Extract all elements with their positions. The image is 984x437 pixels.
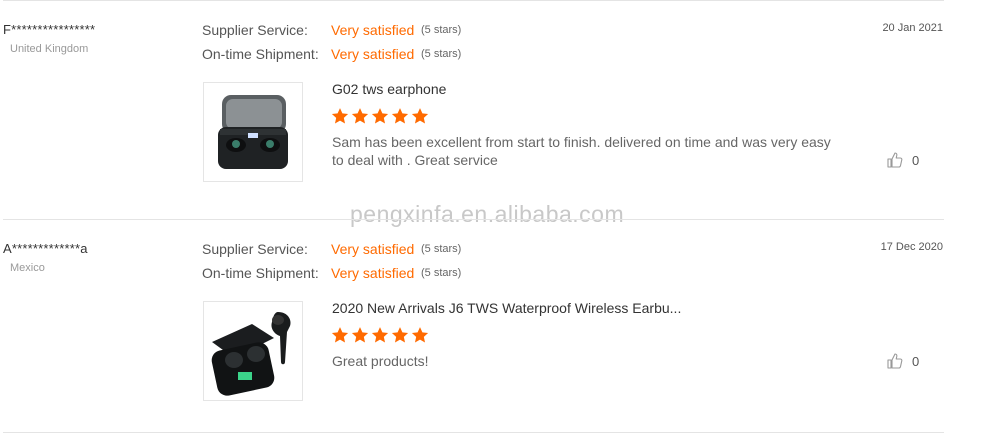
supplier-service-stars: (5 stars) xyxy=(421,243,462,255)
supplier-service-label: Supplier Service: xyxy=(202,22,308,38)
shipment-label: On-time Shipment: xyxy=(202,46,319,62)
review-date: 17 Dec 2020 xyxy=(880,241,943,253)
supplier-service-label: Supplier Service: xyxy=(202,241,308,257)
buyer-name: A*************a xyxy=(3,241,88,256)
like-button[interactable]: 0 xyxy=(886,151,919,169)
product-title[interactable]: 2020 New Arrivals J6 TWS Waterproof Wire… xyxy=(332,300,681,316)
thumbs-up-icon xyxy=(887,152,903,168)
buyer-country: Mexico xyxy=(10,262,45,274)
star-icon xyxy=(411,327,429,343)
product-title[interactable]: G02 tws earphone xyxy=(332,81,446,97)
like-count: 0 xyxy=(912,152,920,168)
star-icon xyxy=(371,108,389,124)
shipment-value: Very satisfied xyxy=(331,46,415,62)
supplier-service-value: Very satisfied xyxy=(331,22,415,38)
star-icon xyxy=(331,327,349,343)
buyer-country: United Kingdom xyxy=(10,43,89,55)
like-count: 0 xyxy=(912,353,920,369)
star-icon xyxy=(371,327,389,343)
review-item: F**************** United Kingdom Supplie… xyxy=(0,0,984,218)
star-icon xyxy=(331,108,349,124)
shipment-label: On-time Shipment: xyxy=(202,265,319,281)
review-item: A*************a Mexico Supplier Service:… xyxy=(0,219,984,437)
thumbs-up-icon xyxy=(887,353,903,369)
supplier-service-value: Very satisfied xyxy=(331,241,415,257)
shipment-stars: (5 stars) xyxy=(421,267,462,279)
shipment-value: Very satisfied xyxy=(331,265,415,281)
review-comment: Great products! xyxy=(332,353,429,369)
product-thumbnail[interactable] xyxy=(203,82,303,182)
star-rating xyxy=(331,107,429,125)
supplier-service-stars: (5 stars) xyxy=(421,24,462,36)
review-comment: Sam has been excellent from start to fin… xyxy=(332,134,831,168)
earbuds-image xyxy=(211,312,291,396)
star-icon xyxy=(411,108,429,124)
buyer-name: F**************** xyxy=(3,22,96,37)
star-rating xyxy=(331,326,429,344)
product-thumbnail[interactable] xyxy=(203,301,303,401)
earphone-case-image xyxy=(218,95,288,169)
star-icon xyxy=(391,327,409,343)
shipment-stars: (5 stars) xyxy=(421,48,462,60)
star-icon xyxy=(351,108,369,124)
review-date: 20 Jan 2021 xyxy=(882,22,943,34)
like-button[interactable]: 0 xyxy=(886,352,919,370)
divider-bottom xyxy=(3,432,944,433)
star-icon xyxy=(391,108,409,124)
star-icon xyxy=(351,327,369,343)
